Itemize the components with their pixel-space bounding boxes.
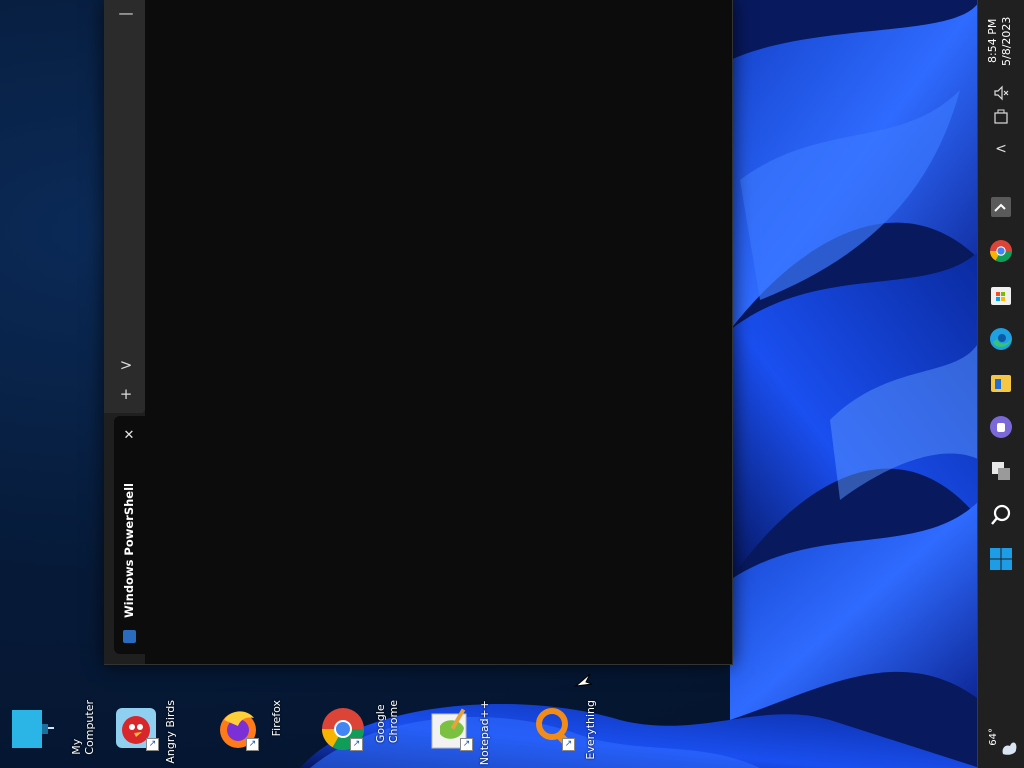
shortcut-arrow-icon: ↗ xyxy=(460,738,473,751)
show-hidden-icons-button[interactable]: < xyxy=(988,136,1014,162)
clock-time: 8:54 PM xyxy=(986,18,999,64)
edge-icon xyxy=(990,328,1012,350)
chevron-icon: > xyxy=(119,356,133,374)
desktop-icon-google-chrome[interactable]: ↗ Google Chrome xyxy=(320,700,400,764)
tab-strip: — > + ✕ Windows PowerShell xyxy=(104,0,145,664)
taskbar: 8:54 PM 5/8/2023 < 64° xyxy=(977,0,1024,768)
windows-logo-icon xyxy=(990,548,1012,570)
taskbar-app-file-explorer[interactable] xyxy=(988,370,1014,396)
taskbar-app-chat[interactable] xyxy=(988,414,1014,440)
shortcut-arrow-icon: ↗ xyxy=(146,738,159,751)
minimize-button[interactable]: — xyxy=(112,0,140,26)
tab-title: Windows PowerShell xyxy=(122,483,136,618)
clock-date: 5/8/2023 xyxy=(1000,16,1013,66)
tab-windows-powershell[interactable]: ✕ Windows PowerShell xyxy=(114,416,145,654)
taskbar-app-store[interactable] xyxy=(988,282,1014,308)
powershell-window[interactable]: — > + ✕ Windows PowerShell xyxy=(104,0,733,665)
weather-widget[interactable]: 64° xyxy=(984,728,1020,762)
store-icon xyxy=(991,287,1011,305)
computer-icon xyxy=(12,710,54,748)
desktop-icon-label: Angry Birds xyxy=(164,700,177,764)
tablet-mode-button[interactable] xyxy=(988,104,1014,130)
taskbar-search-button[interactable] xyxy=(988,502,1014,528)
chrome-icon xyxy=(990,240,1012,262)
new-tab-button[interactable]: + xyxy=(112,381,140,407)
tab-dropdown-button[interactable]: > xyxy=(112,352,140,378)
desktop-icon-label: Everything xyxy=(584,700,597,760)
desktop-icon-notepadpp[interactable]: ↗ Notepad++ xyxy=(430,700,500,766)
desktop-icon-everything[interactable]: ↗ Everything xyxy=(532,700,602,764)
powershell-icon xyxy=(123,630,136,643)
terminal-app-icon xyxy=(991,197,1011,217)
desktop-icon-angry-birds[interactable]: ↗ Angry Birds xyxy=(116,700,186,764)
plus-icon: + xyxy=(119,385,133,403)
chat-icon xyxy=(990,416,1012,438)
desktop-icon-firefox[interactable]: ↗ Firefox xyxy=(216,700,286,764)
system-clock[interactable]: 8:54 PM 5/8/2023 xyxy=(986,6,1020,76)
taskbar-app-task-view[interactable] xyxy=(988,458,1014,484)
taskbar-app-terminal[interactable] xyxy=(988,194,1014,220)
chevron-left-icon: < xyxy=(995,141,1007,157)
terminal-content[interactable] xyxy=(145,0,732,664)
weather-icon xyxy=(1002,742,1017,755)
volume-muted-icon xyxy=(994,85,1009,101)
start-button[interactable] xyxy=(988,546,1014,572)
shortcut-arrow-icon: ↗ xyxy=(246,738,259,751)
shortcut-arrow-icon: ↗ xyxy=(562,738,575,751)
minimize-icon: — xyxy=(118,4,134,22)
desktop-icon-label: Notepad++ xyxy=(478,700,491,766)
desktop-icon-my-computer[interactable]: My Computer xyxy=(10,700,96,764)
task-view-icon xyxy=(992,462,1010,480)
search-icon xyxy=(991,504,1011,525)
taskbar-app-edge[interactable] xyxy=(988,326,1014,352)
desktop-icon-label: Firefox xyxy=(270,700,283,737)
tablet-icon xyxy=(994,109,1008,124)
folder-icon xyxy=(991,375,1011,392)
mouse-cursor-icon xyxy=(574,673,593,687)
desktop-icon-label: Google Chrome xyxy=(374,700,400,744)
weather-temperature: 64° xyxy=(988,728,999,746)
tab-strip-header: — > + xyxy=(104,0,145,413)
taskbar-app-chrome[interactable] xyxy=(988,238,1014,264)
shortcut-arrow-icon: ↗ xyxy=(350,738,363,751)
volume-muted-button[interactable] xyxy=(988,80,1014,106)
desktop-icon-label: My Computer xyxy=(70,700,96,755)
